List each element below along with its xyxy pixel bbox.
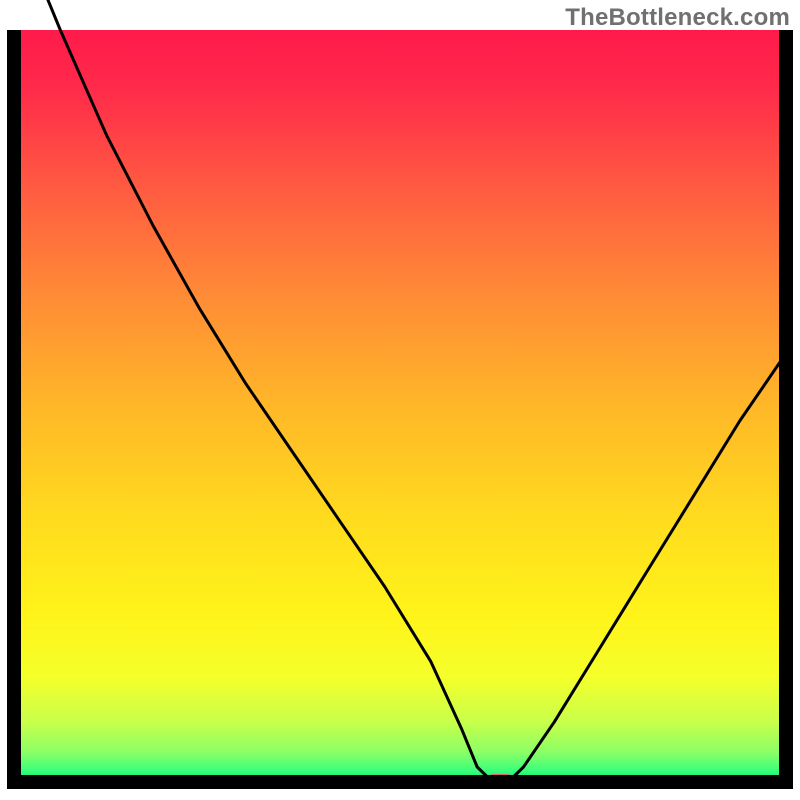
gradient-background (14, 30, 786, 782)
plot-area (14, 0, 786, 788)
watermark-text: TheBottleneck.com (565, 4, 790, 32)
chart-container: TheBottleneck.com (0, 0, 800, 800)
bottleneck-chart (0, 0, 800, 800)
